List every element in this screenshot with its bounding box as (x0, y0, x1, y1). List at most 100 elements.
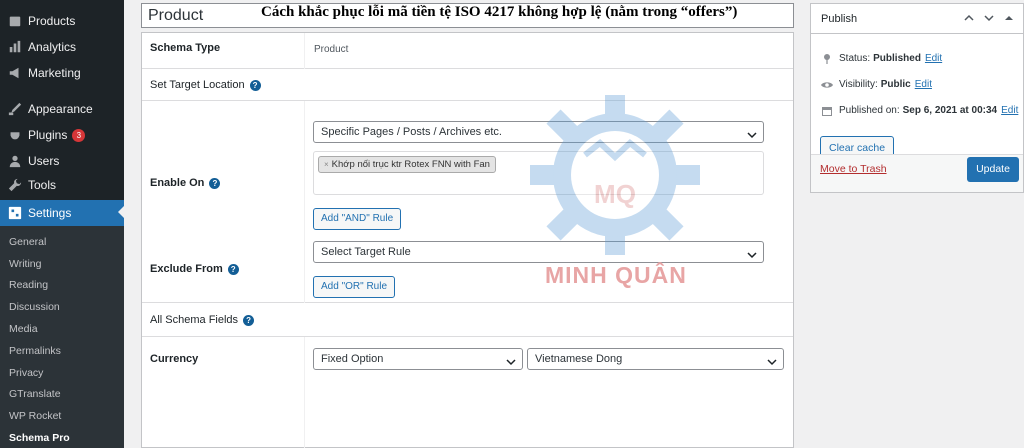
sidebar-item-label: Analytics (28, 40, 77, 54)
sidebar-item-label: Plugins (28, 128, 68, 142)
schema-type-row: Schema Type Product (142, 33, 793, 69)
currency-row: Currency Fixed Option Vietnamese Dong (142, 337, 793, 448)
publish-date: Published on: Sep 6, 2021 at 00:34 Edit (820, 104, 1018, 117)
calendar-icon (820, 104, 833, 117)
edit-visibility-link[interactable]: Edit (915, 79, 932, 90)
schema-type-label: Schema Type (150, 42, 221, 54)
appearance-icon (8, 102, 22, 116)
published-value: Sep 6, 2021 at 00:34 (902, 105, 998, 116)
exclude-from-text: Exclude From (150, 263, 223, 275)
published-label: Published on: (839, 105, 900, 116)
publish-box-header: Publish (811, 4, 1023, 34)
target-location-title: Set Target Location ? (150, 79, 261, 91)
sidebar-item-marketing[interactable]: Marketing (0, 61, 124, 85)
currency-option-select[interactable]: Fixed Option (313, 348, 523, 370)
column-divider (304, 337, 305, 448)
chevron-down-icon (747, 127, 757, 139)
toggle-panel-icon[interactable] (1003, 12, 1017, 26)
publish-visibility: Visibility: Public Edit (820, 78, 932, 91)
enable-on-text: Enable On (150, 177, 205, 189)
exclude-from-label: Exclude From ? (150, 263, 239, 275)
publish-box: Publish Status: Published Edit Visibilit… (810, 3, 1024, 193)
currency-option-value: Fixed Option (321, 353, 384, 365)
submenu-item-permalinks[interactable]: Permalinks (0, 341, 124, 361)
users-icon (8, 154, 22, 168)
schema-type-value: Product (314, 44, 349, 55)
sidebar-item-products[interactable]: Products (0, 9, 124, 33)
enable-on-select-value: Specific Pages / Posts / Archives etc. (321, 126, 502, 138)
submenu-item-schema-pro[interactable]: Schema Pro (0, 428, 124, 448)
status-value: Published (873, 53, 921, 64)
currency-value: Vietnamese Dong (535, 353, 623, 365)
help-icon[interactable]: ? (227, 263, 239, 275)
update-button[interactable]: Update (967, 157, 1019, 182)
publish-title: Publish (821, 13, 858, 25)
sidebar-item-users[interactable]: Users (0, 149, 124, 173)
pin-icon (820, 52, 833, 65)
watermark-gear-logo: MQ (530, 95, 700, 255)
schema-fields-title: All Schema Fields ? (150, 314, 255, 326)
move-up-icon[interactable] (963, 12, 977, 26)
eye-icon (820, 78, 833, 91)
submenu-item-media[interactable]: Media (0, 319, 124, 339)
publish-status: Status: Published Edit (820, 52, 942, 65)
schema-fields-header: All Schema Fields ? (142, 303, 793, 337)
watermark-text: MINH QUÂN (545, 262, 687, 288)
submenu-item-gtranslate[interactable]: GTranslate (0, 384, 124, 404)
analytics-icon (8, 40, 22, 54)
article-caption: Cách khắc phục lỗi mã tiền tệ ISO 4217 k… (261, 4, 738, 20)
products-icon (8, 14, 22, 28)
add-or-rule-button[interactable]: Add "OR" Rule (313, 276, 396, 298)
sidebar-item-tools[interactable]: Tools (0, 173, 124, 197)
submenu-item-general[interactable]: General (0, 232, 124, 252)
selected-tag[interactable]: × Khớp nối trục ktr Rotex FNN with Fan (318, 156, 496, 173)
visibility-label: Visibility: (839, 79, 878, 90)
edit-status-link[interactable]: Edit (925, 53, 942, 64)
marketing-icon (8, 66, 22, 80)
sidebar-item-label: Settings (28, 206, 72, 220)
submenu-item-discussion[interactable]: Discussion (0, 297, 124, 317)
exclude-from-select-value: Select Target Rule (321, 246, 411, 258)
sidebar-item-label: Appearance (28, 102, 93, 116)
sidebar-item-label: Tools (28, 178, 57, 192)
move-down-icon[interactable] (983, 12, 997, 26)
selected-tag-label: Khớp nối trục ktr Rotex FNN with Fan (331, 159, 490, 170)
plugins-icon (8, 128, 22, 142)
chevron-down-icon (747, 247, 757, 259)
sidebar-item-plugins[interactable]: Plugins 3 (0, 123, 124, 147)
remove-tag-icon[interactable]: × (324, 160, 329, 169)
column-divider (304, 33, 305, 69)
currency-value-select[interactable]: Vietnamese Dong (527, 348, 784, 370)
submenu-item-reading[interactable]: Reading (0, 275, 124, 295)
help-icon[interactable]: ? (243, 314, 255, 326)
sidebar-item-label: Marketing (28, 66, 81, 80)
help-icon[interactable]: ? (209, 177, 221, 189)
watermark-letters: MQ (594, 179, 636, 209)
tools-icon (8, 178, 22, 192)
edit-date-link[interactable]: Edit (1001, 105, 1018, 116)
currency-label: Currency (150, 353, 199, 365)
submenu-item-writing[interactable]: Writing (0, 254, 124, 274)
submenu-item-privacy[interactable]: Privacy (0, 363, 124, 383)
schema-fields-text: All Schema Fields (150, 314, 239, 326)
add-and-rule-button[interactable]: Add "AND" Rule (313, 208, 402, 230)
enable-on-label: Enable On ? (150, 177, 221, 189)
plugins-update-badge: 3 (72, 128, 86, 142)
status-label: Status: (839, 53, 871, 64)
submenu-item-wp-rocket[interactable]: WP Rocket (0, 406, 124, 426)
column-divider (304, 101, 305, 303)
chevron-down-icon (767, 354, 777, 366)
sidebar-item-settings[interactable]: Settings (0, 200, 124, 226)
sidebar-item-label: Products (28, 14, 76, 28)
chevron-down-icon (506, 354, 516, 366)
target-location-text: Set Target Location (150, 79, 245, 91)
sidebar-item-analytics[interactable]: Analytics (0, 35, 124, 59)
post-title-value[interactable]: Product (148, 7, 203, 25)
visibility-value: Public (880, 79, 911, 90)
settings-icon (8, 206, 22, 220)
sidebar-item-label: Users (28, 154, 60, 168)
help-icon[interactable]: ? (249, 79, 261, 91)
admin-sidebar: Products Analytics Marketing Appearance … (0, 0, 124, 448)
sidebar-item-appearance[interactable]: Appearance (0, 97, 124, 121)
move-to-trash-link[interactable]: Move to Trash (820, 163, 887, 175)
